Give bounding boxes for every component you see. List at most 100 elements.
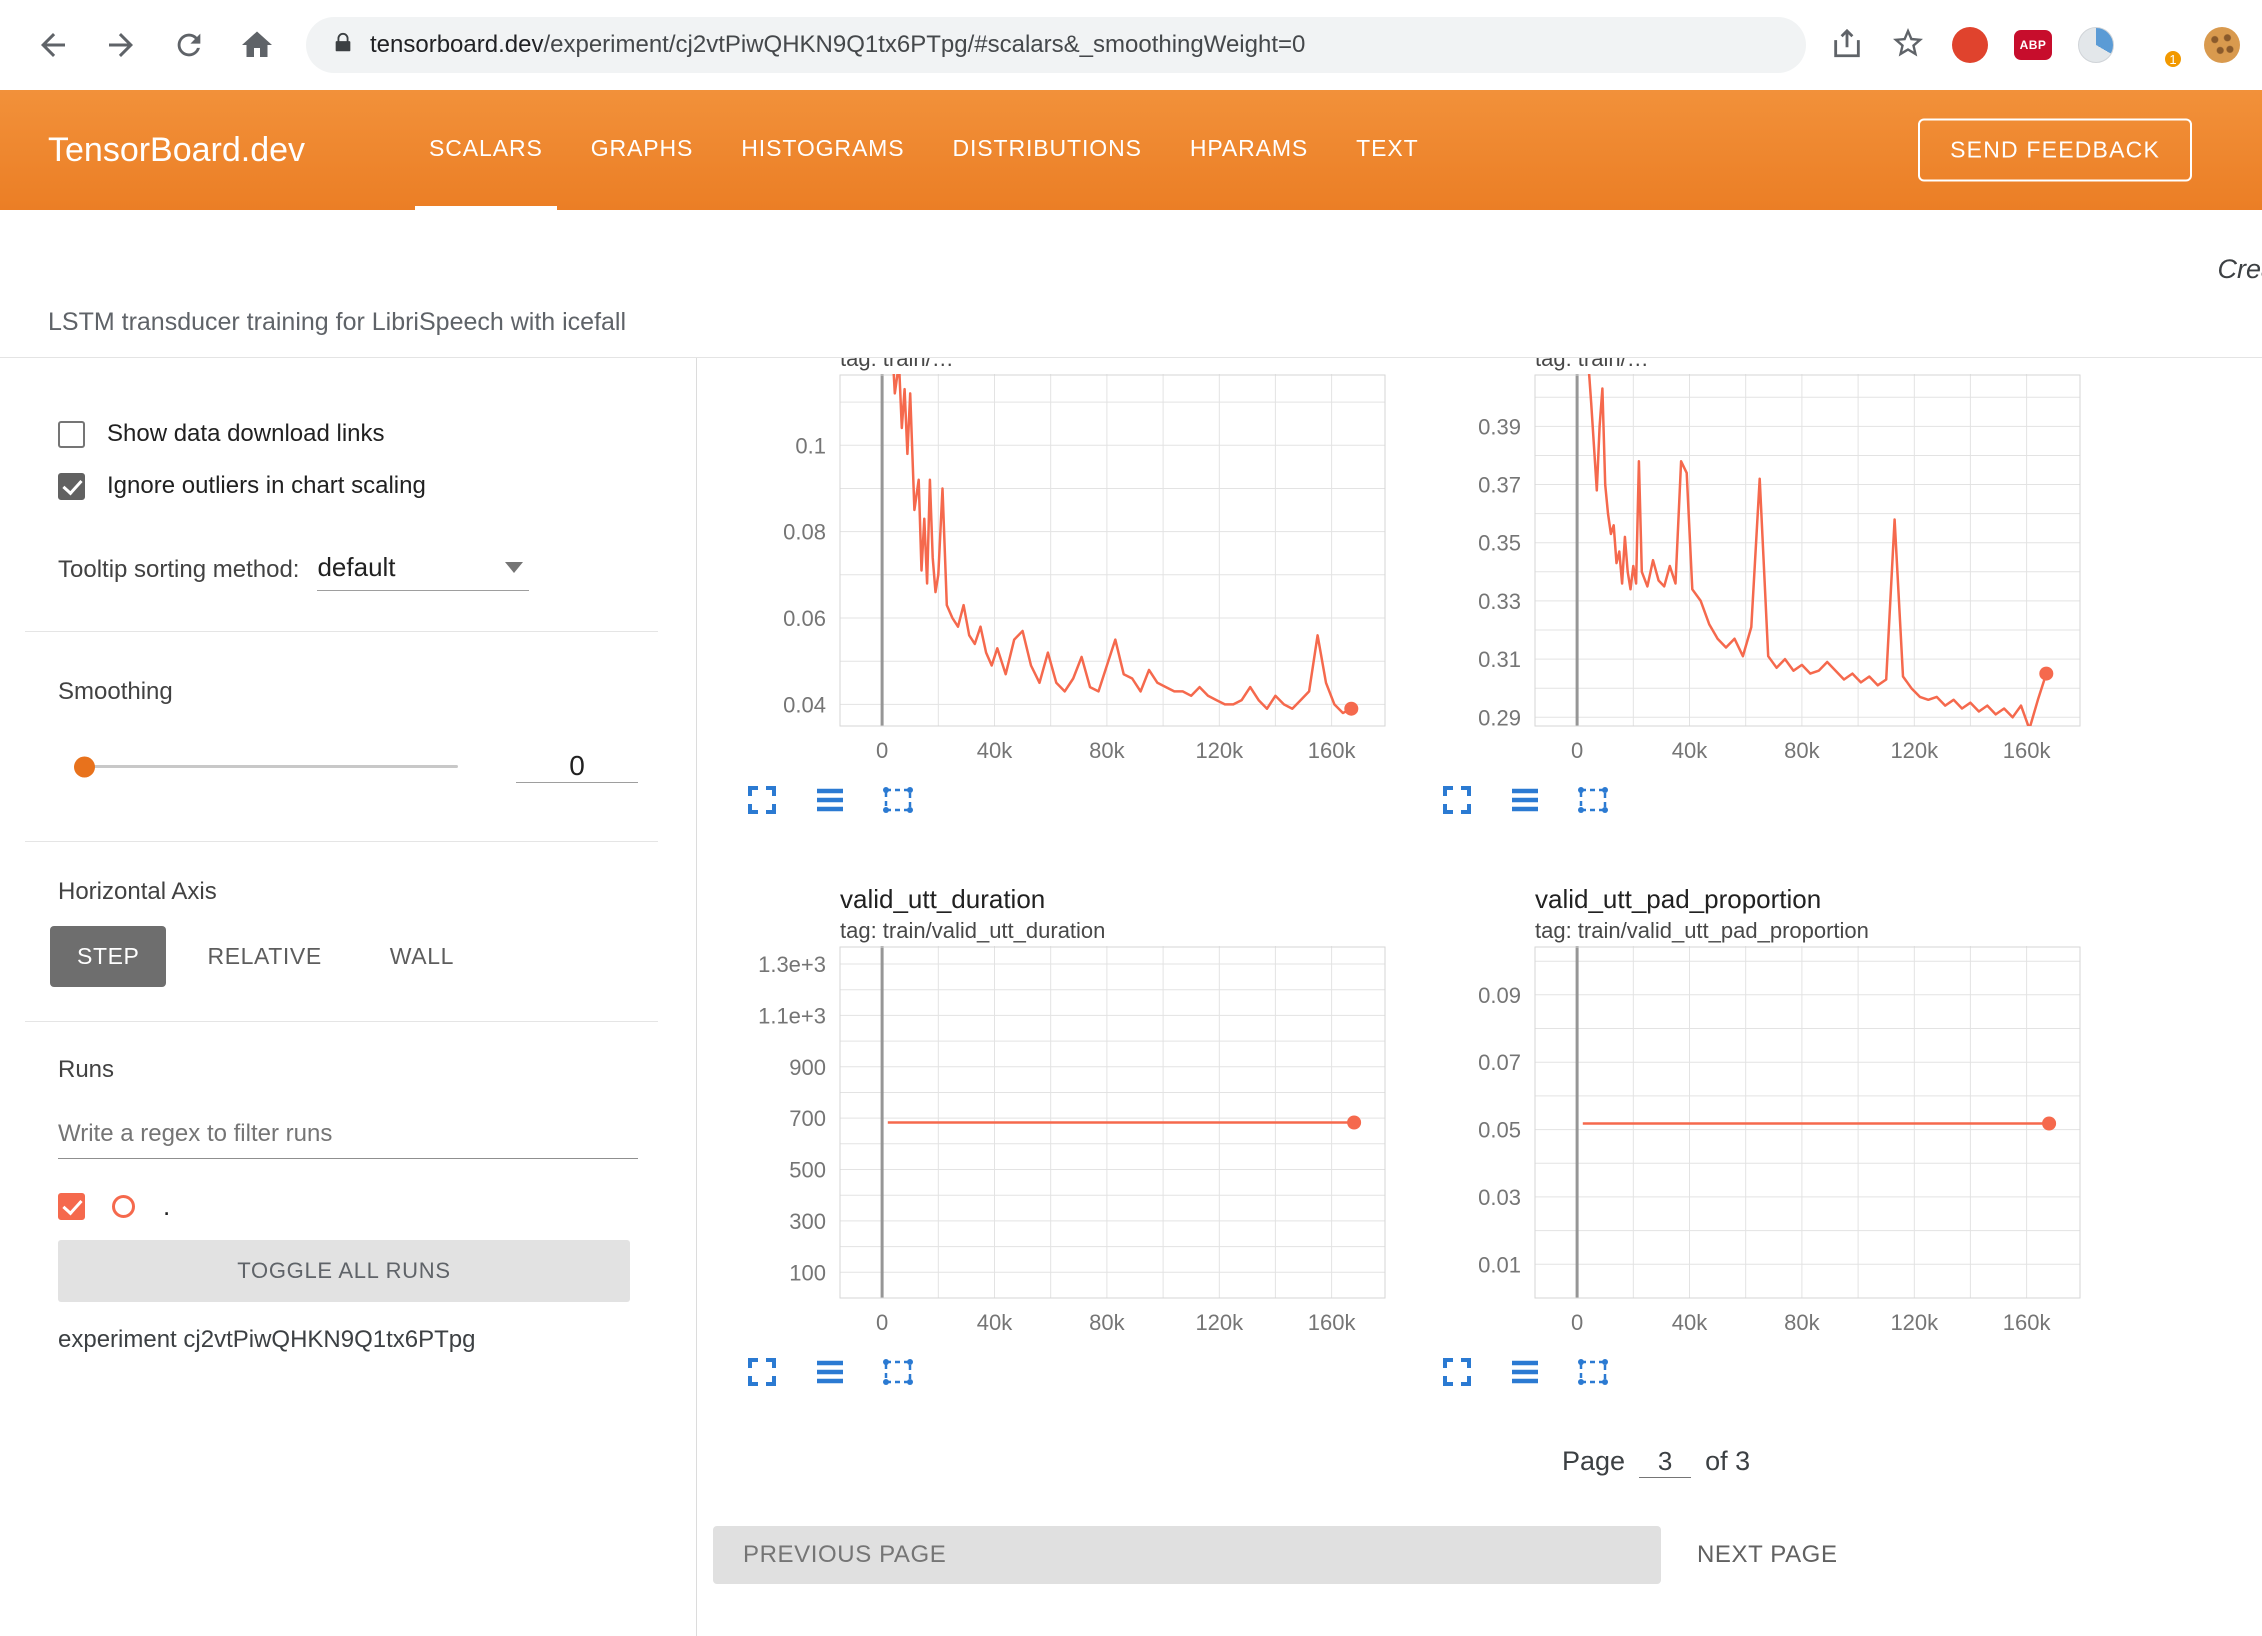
svg-text:0.09: 0.09 [1478,983,1521,1008]
settings-sidebar: Show data download links Ignore outliers… [0,358,697,1636]
chart-plot[interactable]: 1003005007009001.1e+31.3e+3040k80k120k16… [720,946,1400,1338]
runs-selector-icon[interactable] [812,1354,848,1390]
chart-plot[interactable]: 0.290.310.330.350.370.39040k80k120k160k [1415,374,2095,766]
extension-red-icon[interactable] [1952,27,1988,63]
tab-text[interactable]: TEXT [1342,90,1432,210]
profile-avatar[interactable]: 1 [2140,26,2178,64]
app-logo[interactable]: TensorBoard.dev [48,131,305,170]
tab-graphs[interactable]: GRAPHS [577,90,708,210]
share-icon[interactable] [1830,26,1864,65]
chart-title: valid_utt_duration [840,882,1400,916]
svg-text:0.31: 0.31 [1478,647,1521,672]
svg-text:120k: 120k [1195,738,1244,763]
extension-pie-icon[interactable] [2078,27,2114,63]
forward-icon[interactable] [102,26,140,64]
show-download-links-checkbox[interactable] [58,421,85,448]
runs-selector-icon[interactable] [1507,1354,1543,1390]
fit-domain-icon[interactable] [1575,1354,1611,1390]
svg-text:120k: 120k [1890,1310,1939,1335]
charts-viewport: tag: train/…0.040.060.080.1040k80k120k16… [697,358,2262,1636]
bookmark-star-icon[interactable] [1890,25,1926,66]
created-text-clipped: Crea [2217,254,2262,285]
smoothing-slider[interactable] [78,765,458,768]
smoothing-value-input[interactable] [516,750,638,783]
tab-distributions[interactable]: DISTRIBUTIONS [939,90,1156,210]
fit-domain-icon[interactable] [880,1354,916,1390]
svg-text:40k: 40k [977,738,1013,763]
svg-text:500: 500 [789,1158,826,1183]
svg-text:100: 100 [789,1260,826,1285]
horizontal-axis-label: Horizontal Axis [58,878,638,906]
send-feedback-button[interactable]: SEND FEEDBACK [1918,119,2192,182]
svg-text:80k: 80k [1089,738,1125,763]
url-bar[interactable]: tensorboard.dev/experiment/cj2vtPiwQHKN9… [306,17,1806,73]
back-icon[interactable] [34,26,72,64]
svg-text:120k: 120k [1195,1310,1244,1335]
svg-text:0.29: 0.29 [1478,705,1521,730]
home-icon[interactable] [238,26,276,64]
chart-card: valid_utt_pad_proportiontag: train/valid… [1415,882,2095,1394]
axis-wall-button[interactable]: WALL [363,926,481,987]
show-download-links-label: Show data download links [107,420,385,448]
cookie-icon[interactable] [2204,27,2240,63]
smoothing-label: Smoothing [58,678,638,706]
svg-text:80k: 80k [1784,1310,1820,1335]
avatar-badge: 1 [2163,49,2183,69]
svg-text:0: 0 [1571,1310,1583,1335]
tooltip-sorting-label: Tooltip sorting method: [58,556,299,591]
smoothing-slider-thumb[interactable] [74,756,95,777]
url-path: /experiment/cj2vtPiwQHKN9Q1tx6PTpg/#scal… [543,31,1305,58]
axis-step-button[interactable]: STEP [50,926,166,987]
chart-tag: tag: train/… [840,358,1400,374]
experiment-title: LSTM transducer training for LibriSpeech… [48,308,626,337]
svg-text:300: 300 [789,1209,826,1234]
svg-text:0.03: 0.03 [1478,1185,1521,1210]
svg-text:160k: 160k [2003,738,2052,763]
svg-text:120k: 120k [1890,738,1939,763]
fullscreen-icon[interactable] [744,1354,780,1390]
runs-label: Runs [58,1056,638,1084]
chart-plot[interactable]: 0.040.060.080.1040k80k120k160k [720,374,1400,766]
fullscreen-icon[interactable] [744,782,780,818]
extension-abp-icon[interactable]: ABP [2014,30,2052,60]
fit-domain-icon[interactable] [880,782,916,818]
svg-text:0: 0 [1571,738,1583,763]
axis-relative-button[interactable]: RELATIVE [180,926,348,987]
svg-text:700: 700 [789,1106,826,1131]
chevron-down-icon [505,562,523,573]
url-domain: tensorboard.dev [370,31,543,58]
svg-text:40k: 40k [1672,738,1708,763]
reload-icon[interactable] [170,26,208,64]
tab-hparams[interactable]: HPARAMS [1176,90,1322,210]
fullscreen-icon[interactable] [1439,1354,1475,1390]
chart-plot[interactable]: 0.010.030.050.070.09040k80k120k160k [1415,946,2095,1338]
svg-text:1.1e+3: 1.1e+3 [758,1003,826,1028]
sub-header: Crea LSTM transducer training for LibriS… [0,210,2262,358]
chart-actions [1439,778,2095,822]
run-checkbox[interactable] [58,1193,85,1220]
page-of-label: of 3 [1705,1446,1750,1477]
tab-scalars[interactable]: SCALARS [415,90,557,210]
svg-text:160k: 160k [1308,738,1357,763]
toggle-all-runs-button[interactable]: TOGGLE ALL RUNS [58,1240,630,1302]
runs-selector-icon[interactable] [1507,782,1543,818]
fit-domain-icon[interactable] [1575,782,1611,818]
tooltip-sorting-dropdown[interactable]: default [317,552,529,591]
ignore-outliers-label: Ignore outliers in chart scaling [107,472,426,500]
runs-selector-icon[interactable] [812,782,848,818]
svg-text:0.05: 0.05 [1478,1118,1521,1143]
app-header: TensorBoard.dev SCALARS GRAPHS HISTOGRAM… [0,90,2262,210]
chart-tag: tag: train/… [1535,358,2095,374]
next-page-button[interactable]: NEXT PAGE [1697,1541,1838,1569]
fullscreen-icon[interactable] [1439,782,1475,818]
ignore-outliers-checkbox[interactable] [58,473,85,500]
run-name: . [163,1191,170,1222]
chart-card: tag: train/…0.040.060.080.1040k80k120k16… [720,358,1400,822]
tab-histograms[interactable]: HISTOGRAMS [727,90,918,210]
svg-text:80k: 80k [1784,738,1820,763]
page-number-input[interactable] [1639,1446,1691,1478]
chart-actions [744,778,1400,822]
svg-text:160k: 160k [2003,1310,2052,1335]
runs-filter-input[interactable] [58,1114,638,1159]
previous-page-button[interactable]: PREVIOUS PAGE [713,1526,1661,1584]
